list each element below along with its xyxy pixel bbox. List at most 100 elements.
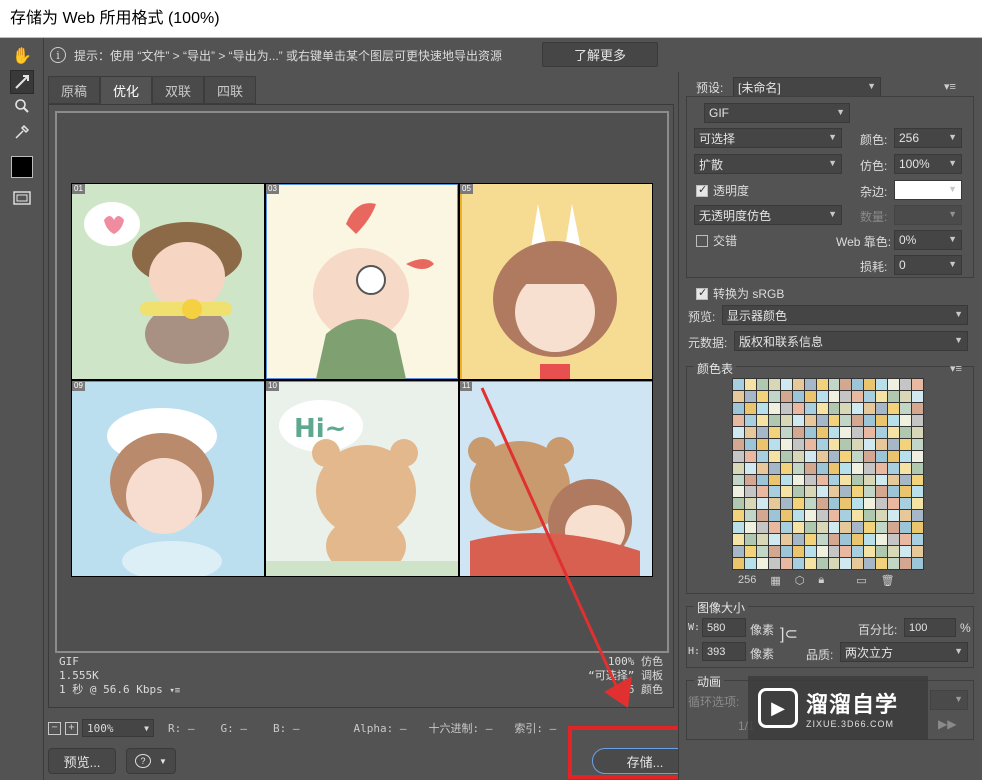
zoom-in-button[interactable]: + [65, 721, 78, 735]
color-swatch[interactable] [900, 402, 912, 414]
color-swatch[interactable] [780, 558, 792, 569]
zoom-tool-icon[interactable] [10, 94, 34, 118]
color-swatch[interactable] [900, 498, 912, 510]
color-swatch[interactable] [804, 462, 816, 474]
color-swatch[interactable] [804, 426, 816, 438]
color-swatch[interactable] [888, 462, 900, 474]
width-field[interactable]: 580 [702, 618, 746, 637]
color-swatch[interactable] [900, 390, 912, 402]
color-swatch[interactable] [912, 402, 923, 414]
color-swatch[interactable] [888, 510, 900, 522]
color-swatch[interactable] [744, 438, 756, 450]
color-swatch[interactable] [744, 486, 756, 498]
color-swatch[interactable] [780, 450, 792, 462]
colors-select[interactable]: 256 ▼ [894, 128, 962, 148]
color-swatch[interactable] [876, 438, 888, 450]
color-swatch[interactable] [864, 390, 876, 402]
color-swatch[interactable] [756, 402, 768, 414]
color-swatch[interactable] [828, 462, 840, 474]
color-swatch[interactable] [876, 546, 888, 558]
slice-select-tool-icon[interactable] [10, 70, 34, 94]
zoom-select[interactable]: 100% ▼ [82, 719, 154, 737]
tab-2-up[interactable]: 双联 [152, 76, 204, 104]
cube-icon[interactable]: ⬡ [795, 574, 805, 587]
transparency-dither-select[interactable]: 无透明度仿色 ▼ [694, 205, 842, 225]
matte-color-select[interactable]: ▼ [894, 180, 962, 200]
color-swatch[interactable] [744, 414, 756, 426]
color-swatch[interactable] [816, 450, 828, 462]
color-swatch[interactable] [804, 390, 816, 402]
color-swatch[interactable] [804, 474, 816, 486]
color-swatch[interactable] [852, 414, 864, 426]
color-swatch[interactable] [864, 498, 876, 510]
color-swatch[interactable] [888, 402, 900, 414]
color-swatch[interactable] [780, 402, 792, 414]
image-slice[interactable]: 05 [460, 184, 652, 379]
color-swatch[interactable] [756, 414, 768, 426]
learn-more-button[interactable]: 了解更多 [542, 42, 658, 67]
color-swatch[interactable] [888, 414, 900, 426]
color-swatch[interactable] [900, 474, 912, 486]
color-swatch[interactable] [864, 558, 876, 569]
browser-preview-button[interactable]: ? ▼ [126, 748, 176, 774]
color-swatch[interactable] [864, 462, 876, 474]
tab-optimized[interactable]: 优化 [100, 76, 152, 104]
trash-icon[interactable]: 🗑︎ [881, 574, 895, 587]
color-swatch[interactable] [768, 510, 780, 522]
color-swatch[interactable] [804, 379, 816, 390]
color-swatch[interactable] [804, 522, 816, 534]
eyedropper-color-swatch[interactable] [11, 156, 33, 178]
color-swatch[interactable] [912, 486, 923, 498]
color-swatch[interactable] [792, 510, 804, 522]
color-swatch[interactable] [864, 426, 876, 438]
color-swatch[interactable] [756, 462, 768, 474]
color-swatch[interactable] [912, 426, 923, 438]
color-swatch[interactable] [733, 402, 744, 414]
color-swatch[interactable] [852, 510, 864, 522]
color-swatch[interactable] [912, 379, 923, 390]
color-swatch[interactable] [876, 390, 888, 402]
color-swatch[interactable] [852, 438, 864, 450]
color-swatch[interactable] [864, 414, 876, 426]
new-color-icon[interactable]: ▭ [856, 574, 866, 587]
color-swatch[interactable] [780, 426, 792, 438]
color-swatch[interactable] [828, 450, 840, 462]
color-swatch[interactable] [864, 546, 876, 558]
color-swatch[interactable] [840, 510, 852, 522]
color-swatch[interactable] [733, 486, 744, 498]
color-swatch[interactable] [828, 558, 840, 569]
color-swatch[interactable] [744, 379, 756, 390]
color-swatch[interactable] [888, 450, 900, 462]
color-swatch[interactable] [876, 474, 888, 486]
color-swatch[interactable] [816, 438, 828, 450]
color-swatch[interactable] [828, 474, 840, 486]
quality-select[interactable]: 两次立方 ▼ [840, 642, 968, 662]
color-swatch[interactable] [780, 534, 792, 546]
color-swatch[interactable] [768, 486, 780, 498]
color-swatch[interactable] [900, 546, 912, 558]
color-swatch[interactable] [756, 379, 768, 390]
preset-select[interactable]: [未命名] ▼ [733, 77, 881, 97]
color-swatch[interactable] [816, 390, 828, 402]
color-swatch[interactable] [744, 390, 756, 402]
color-swatch[interactable] [888, 486, 900, 498]
color-swatch[interactable] [888, 426, 900, 438]
image-slice[interactable]: 01 [72, 184, 264, 379]
color-swatch[interactable] [768, 558, 780, 569]
color-swatch[interactable] [864, 402, 876, 414]
color-swatch[interactable] [792, 414, 804, 426]
color-swatch[interactable] [756, 546, 768, 558]
dither-algorithm-select[interactable]: 扩散 ▼ [694, 154, 842, 174]
color-swatch[interactable] [828, 510, 840, 522]
color-swatch[interactable] [744, 522, 756, 534]
color-swatch[interactable] [900, 379, 912, 390]
color-swatch[interactable] [876, 414, 888, 426]
color-swatch[interactable] [792, 522, 804, 534]
color-swatch[interactable] [876, 379, 888, 390]
tab-original[interactable]: 原稿 [48, 76, 100, 104]
color-swatch[interactable] [792, 462, 804, 474]
preview-mode-select[interactable]: 显示器颜色 ▼ [722, 305, 968, 325]
color-swatch[interactable] [852, 546, 864, 558]
panel-menu-icon[interactable]: ▾≡ [950, 362, 962, 375]
color-swatch[interactable] [828, 390, 840, 402]
